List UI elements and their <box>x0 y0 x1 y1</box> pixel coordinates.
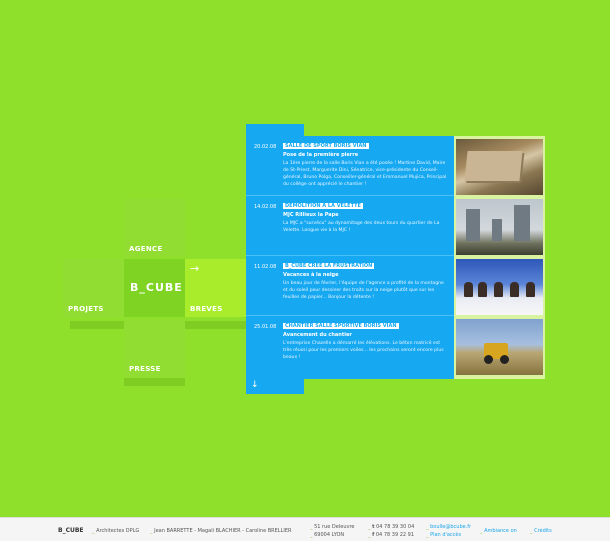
news-date: 25.01.08 <box>254 324 277 330</box>
news-date: 20.02.08 <box>254 144 277 150</box>
scroll-down-button[interactable]: ↓ <box>246 379 304 394</box>
news-subtitle: Vacances à la neige <box>283 272 339 278</box>
fax-text: 04 78 39 22 91 <box>375 532 415 538</box>
footer-fax: _ f 04 78 39 22 91 <box>368 532 414 538</box>
separator: _ <box>368 532 371 538</box>
person <box>526 282 535 297</box>
nav-presse-label: PRESSE <box>129 365 161 373</box>
separator: _ <box>310 532 313 538</box>
person <box>510 282 519 297</box>
stone-block <box>464 151 523 181</box>
news-photo[interactable] <box>456 199 543 255</box>
street-text: 51 rue Deleuvre <box>314 524 355 530</box>
tower <box>492 219 502 241</box>
news-date: 11.02.08 <box>254 264 277 270</box>
footer-names: _ Jean BARRETTE - Magali BLACHIER - Caro… <box>150 528 292 534</box>
news-subtitle: MJC Rillieux la Pape <box>283 212 339 218</box>
news-subtitle: Pose de la première pierre <box>283 152 359 158</box>
panel-top-tab <box>246 124 304 136</box>
person <box>494 282 503 297</box>
news-subtitle: Avancement du chantier <box>283 332 352 338</box>
tel-text: 04 78 39 30 04 <box>376 524 415 530</box>
news-body: Un beau jour de février, l'équipe de l'a… <box>283 281 444 300</box>
news-body: L'entreprise Chazelle a démarré les élév… <box>283 341 444 360</box>
news-item[interactable]: 20.02.08 SALLE DE SPORT BORIS VIAN Pose … <box>246 136 454 196</box>
separator: _ <box>426 524 429 530</box>
tel-label: t <box>372 524 375 530</box>
news-date: 14.02.08 <box>254 204 277 210</box>
architects-text: Architectes DPLG <box>96 528 140 534</box>
news-title[interactable]: CHANTIER SALLE SPORTIVE BORIS VIAN <box>283 323 399 329</box>
footer-brand: B_CUBE <box>58 527 84 534</box>
nav-presse[interactable]: PRESSE <box>124 319 185 377</box>
credits-link[interactable]: Crédits <box>534 528 552 534</box>
email-link[interactable]: boulle@bcube.fr <box>430 524 471 530</box>
news-photo[interactable] <box>456 319 543 375</box>
plan-link[interactable]: Plan d'accès <box>430 532 461 538</box>
footer-ambiance[interactable]: _ Ambiance on <box>480 528 517 534</box>
footer-plan[interactable]: _ Plan d'accès <box>426 532 461 538</box>
footer-city: _ 69004 LYON <box>310 532 344 538</box>
separator: _ <box>368 524 371 530</box>
separator: _ <box>150 528 153 534</box>
nav-projets[interactable]: PROJETS <box>63 259 124 317</box>
nav-projets-label: PROJETS <box>68 305 104 313</box>
news-panel: 20.02.08 SALLE DE SPORT BORIS VIAN Pose … <box>246 136 454 379</box>
footer-architects: _ Architectes DPLG <box>92 528 139 534</box>
ambiance-toggle[interactable]: Ambiance on <box>484 528 517 534</box>
separator: _ <box>426 532 429 538</box>
nav-breves-label: BREVES <box>190 305 223 313</box>
tower <box>514 205 530 241</box>
brand-logo[interactable]: B_CUBE <box>124 259 185 317</box>
news-title[interactable]: SALLE DE SPORT BORIS VIAN <box>283 143 369 149</box>
footer: B_CUBE _ Architectes DPLG _ Jean BARRETT… <box>0 517 610 541</box>
arrow-down-icon: ↓ <box>251 380 259 390</box>
photo-column <box>454 136 545 379</box>
brand-name: B_CUBE <box>130 281 183 294</box>
cube-shadow <box>124 378 185 386</box>
arrow-right-icon: → <box>190 262 200 275</box>
person <box>478 282 487 297</box>
footer-credits[interactable]: _ Crédits <box>530 528 552 534</box>
nav-agence[interactable]: AGENCE <box>124 199 185 257</box>
news-photo[interactable] <box>456 139 543 195</box>
separator: _ <box>92 528 95 534</box>
news-title[interactable]: DEMOLITION A LA VELETTE <box>283 203 363 209</box>
news-item[interactable]: 14.02.08 DEMOLITION A LA VELETTE MJC Ril… <box>246 196 454 256</box>
footer-email[interactable]: _ boulle@bcube.fr <box>426 524 471 530</box>
wheel <box>484 355 493 364</box>
separator: _ <box>480 528 483 534</box>
news-item[interactable]: 25.01.08 CHANTIER SALLE SPORTIVE BORIS V… <box>246 316 454 376</box>
news-title[interactable]: B_CUBE CREE LA FRUSTRATION <box>283 263 375 269</box>
separator: _ <box>310 524 313 530</box>
news-photo[interactable] <box>456 259 543 315</box>
separator: _ <box>530 528 533 534</box>
names-text: Jean BARRETTE - Magali BLACHIER - Caroli… <box>154 528 292 534</box>
news-body: La 1ère pierre de la salle Boris Vian a … <box>283 161 447 187</box>
wheel <box>500 355 509 364</box>
fax-label: f <box>372 532 375 538</box>
footer-tel: _ t 04 78 39 30 04 <box>368 524 414 530</box>
news-body: La MJC a "survécu" au dynamitage des deu… <box>283 221 440 233</box>
footer-street: _ 51 rue Deleuvre <box>310 524 354 530</box>
nav-agence-label: AGENCE <box>129 245 163 253</box>
news-item[interactable]: 11.02.08 B_CUBE CREE LA FRUSTRATION Vaca… <box>246 256 454 316</box>
tower <box>466 209 480 241</box>
person <box>464 282 473 297</box>
city-text: 69004 LYON <box>314 532 345 538</box>
